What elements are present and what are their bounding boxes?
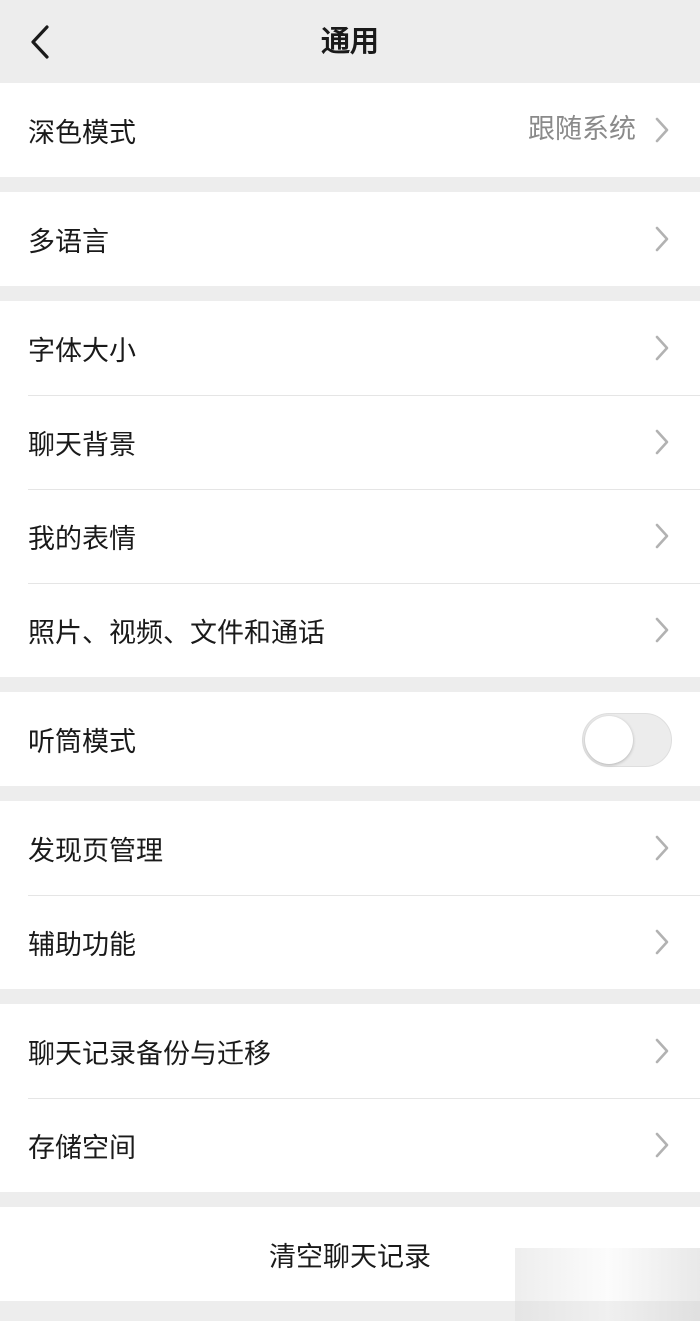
back-button[interactable]: [22, 22, 58, 62]
settings-group-chat-display: 字体大小 聊天背景 我的表情 照片、视频、文件和通话: [0, 301, 700, 677]
chevron-right-icon: [655, 1132, 669, 1158]
media-files-calls-row[interactable]: 照片、视频、文件和通话: [0, 583, 700, 677]
my-stickers-row[interactable]: 我的表情: [0, 489, 700, 583]
accessibility-label: 辅助功能: [28, 929, 136, 961]
chevron-right-icon: [655, 929, 669, 955]
discover-management-label: 发现页管理: [28, 835, 163, 867]
dark-mode-row[interactable]: 深色模式 跟随系统: [0, 83, 700, 177]
discover-management-row[interactable]: 发现页管理: [0, 801, 700, 895]
earpiece-mode-toggle[interactable]: [582, 713, 672, 767]
chevron-right-icon: [655, 117, 669, 143]
dark-mode-label: 深色模式: [28, 117, 136, 149]
chevron-right-icon: [655, 523, 669, 549]
language-row[interactable]: 多语言: [0, 192, 700, 286]
font-size-label: 字体大小: [28, 335, 136, 367]
chat-background-label: 聊天背景: [28, 429, 136, 461]
chevron-right-icon: [655, 429, 669, 455]
chevron-right-icon: [655, 617, 669, 643]
chevron-right-icon: [655, 835, 669, 861]
navigation-bar: 通用: [0, 0, 700, 83]
chevron-right-icon: [655, 226, 669, 252]
storage-row[interactable]: 存储空间: [0, 1098, 700, 1192]
settings-group-storage: 聊天记录备份与迁移 存储空间: [0, 1004, 700, 1192]
chevron-left-icon: [31, 25, 49, 59]
page-title: 通用: [320, 24, 379, 58]
settings-group-discover: 发现页管理 辅助功能: [0, 801, 700, 989]
chat-backup-row[interactable]: 聊天记录备份与迁移: [0, 1004, 700, 1098]
dark-mode-value: 跟随系统: [528, 114, 636, 145]
clear-chat-history-label: 清空聊天记录: [269, 1241, 431, 1273]
watermark-patch: [515, 1248, 700, 1321]
font-size-row[interactable]: 字体大小: [0, 301, 700, 395]
earpiece-mode-label: 听筒模式: [28, 726, 136, 758]
accessibility-row[interactable]: 辅助功能: [0, 895, 700, 989]
toggle-knob: [585, 716, 633, 764]
settings-group-language: 多语言: [0, 192, 700, 286]
settings-group-earpiece: 听筒模式: [0, 692, 700, 786]
my-stickers-label: 我的表情: [28, 523, 136, 555]
storage-label: 存储空间: [28, 1132, 136, 1164]
chat-background-row[interactable]: 聊天背景: [0, 395, 700, 489]
settings-group-appearance: 深色模式 跟随系统: [0, 83, 700, 177]
media-files-calls-label: 照片、视频、文件和通话: [28, 617, 325, 649]
chevron-right-icon: [655, 335, 669, 361]
chat-backup-label: 聊天记录备份与迁移: [28, 1038, 271, 1070]
chevron-right-icon: [655, 1038, 669, 1064]
language-label: 多语言: [28, 226, 109, 258]
earpiece-mode-row: 听筒模式: [0, 692, 700, 786]
